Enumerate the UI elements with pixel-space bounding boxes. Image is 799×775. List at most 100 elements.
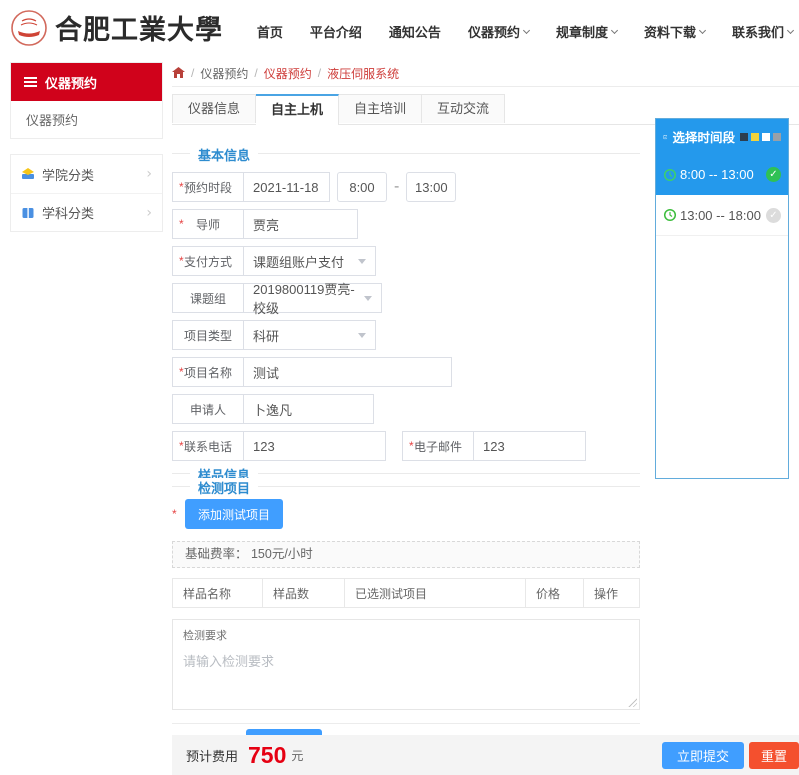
- sidebar: 仪器预约 仪器预约 学院分类 › 学科分类 ›: [10, 62, 163, 232]
- sidebar-item-instrument-booking[interactable]: 仪器预约: [11, 101, 162, 138]
- phone-label: * 联系电话: [172, 431, 244, 461]
- slot-legend: [740, 133, 781, 141]
- tab-instrument-info[interactable]: 仪器信息: [172, 94, 256, 123]
- select-caret-icon: [364, 296, 372, 301]
- required-star: *: [409, 439, 414, 453]
- required-star: *: [172, 507, 177, 521]
- tab-self-operation[interactable]: 自主上机: [256, 94, 339, 125]
- field-row-project-type: 项目类型 科研: [172, 320, 640, 350]
- hamburger-icon: [24, 77, 37, 87]
- payment-select[interactable]: 课题组账户支付: [244, 246, 376, 276]
- nav-notices[interactable]: 通知公告: [389, 22, 441, 41]
- project-type-select[interactable]: 科研: [244, 320, 376, 350]
- legend-square-icon: [773, 133, 781, 141]
- project-type-label: 项目类型: [172, 320, 244, 350]
- reset-button[interactable]: 重置: [749, 742, 799, 769]
- estimate-unit: 元: [291, 747, 303, 764]
- select-caret-icon: [358, 333, 366, 338]
- nav-platform-intro[interactable]: 平台介绍: [310, 22, 362, 41]
- nav-instrument-booking[interactable]: 仪器预约: [468, 22, 529, 41]
- booking-form: 基本信息 * 预约时段 - * 导师: [172, 125, 640, 763]
- time-separator: -: [394, 178, 399, 196]
- sidebar-category-card: 学院分类 › 学科分类 ›: [10, 154, 163, 232]
- tab-self-training[interactable]: 自主培训: [339, 94, 422, 123]
- required-star: *: [179, 254, 184, 268]
- payment-label: * 支付方式: [172, 246, 244, 276]
- time-panel-title: 选择时间段: [672, 127, 735, 146]
- section-test-items: 检测项目: [172, 486, 640, 487]
- test-requirement-textarea[interactable]: [173, 645, 639, 709]
- nav-contact[interactable]: 联系我们: [732, 22, 793, 41]
- select-caret-icon: [358, 259, 366, 264]
- test-requirement-label: 检测要求: [173, 620, 639, 645]
- col-sample-name: 样品名称: [173, 579, 263, 608]
- breadcrumb: / 仪器预约 / 仪器预约 / 液压伺服系统: [172, 60, 799, 87]
- legend-square-icon: [762, 133, 770, 141]
- chevron-right-icon: ›: [146, 166, 152, 182]
- required-star: *: [179, 180, 184, 194]
- caret-down-icon: [523, 26, 530, 33]
- start-time-input[interactable]: [337, 172, 387, 202]
- sidebar-booking-card: 仪器预约 仪器预约: [10, 62, 163, 139]
- site-header: 合肥工業大學 首页 平台介绍 通知公告 仪器预约 规章制度 资料下载 联系我们: [0, 0, 799, 56]
- applicant-label: 申请人: [172, 394, 244, 424]
- required-star: *: [179, 439, 184, 453]
- tutor-label: * 导师: [172, 209, 244, 239]
- project-name-input[interactable]: [244, 357, 452, 387]
- legend-square-icon: [751, 133, 759, 141]
- phone-input[interactable]: [244, 431, 386, 461]
- university-seal-icon: [10, 9, 48, 47]
- field-row-payment: * 支付方式 课题组账户支付: [172, 246, 640, 276]
- check-circle-icon: ✓: [766, 167, 781, 182]
- field-row-research-group: 课题组 2019800119贾亮-校级: [172, 283, 640, 313]
- col-selected-tests: 已选测试项目: [345, 579, 526, 608]
- end-time-input[interactable]: [406, 172, 456, 202]
- field-row-project-name: * 项目名称: [172, 357, 640, 387]
- tab-interaction[interactable]: 互动交流: [422, 94, 505, 123]
- caret-down-icon: [611, 26, 618, 33]
- research-group-select[interactable]: 2019800119贾亮-校级: [244, 283, 382, 313]
- university-logo: 合肥工業大學: [10, 8, 223, 47]
- time-slot-panel: 选择时间段 8:00 -- 13:00 ✓ 13:00 -- 18:00 ✓: [655, 118, 789, 479]
- table-header-row: 样品名称 样品数 已选测试项目 价格 操作: [173, 579, 640, 608]
- time-slot-morning[interactable]: 8:00 -- 13:00 ✓: [656, 154, 788, 195]
- project-name-label: * 项目名称: [172, 357, 244, 387]
- reserve-time-label: * 预约时段: [172, 172, 244, 202]
- sidebar-item-subject-category[interactable]: 学科分类 ›: [11, 193, 162, 231]
- time-slot-afternoon[interactable]: 13:00 -- 18:00 ✓: [656, 195, 788, 236]
- col-actions: 操作: [584, 579, 640, 608]
- email-input[interactable]: [474, 431, 586, 461]
- nav-downloads[interactable]: 资料下载: [644, 22, 705, 41]
- caret-down-icon: [787, 26, 794, 33]
- reserve-date-input[interactable]: [244, 172, 330, 202]
- email-label: * 电子邮件: [402, 431, 474, 461]
- breadcrumb-current: 液压伺服系统: [327, 65, 399, 82]
- sidebar-panel-header: 仪器预约: [11, 63, 162, 101]
- col-sample-count: 样品数: [263, 579, 345, 608]
- add-test-item-button[interactable]: 添加测试项目: [185, 499, 283, 529]
- main-nav: 首页 平台介绍 通知公告 仪器预约 规章制度 资料下载 联系我们: [230, 22, 793, 41]
- university-name: 合肥工業大學: [55, 8, 223, 47]
- nav-home[interactable]: 首页: [257, 22, 283, 41]
- section-basic-info: 基本信息: [172, 153, 640, 154]
- sidebar-panel-title: 仪器预约: [45, 73, 97, 92]
- tutor-input[interactable]: [244, 209, 358, 239]
- submit-button[interactable]: 立即提交: [662, 742, 744, 769]
- caret-down-icon: [699, 26, 706, 33]
- breadcrumb-item[interactable]: 仪器预约: [264, 65, 312, 82]
- field-row-contact: * 联系电话 * 电子邮件: [172, 431, 640, 461]
- clock-icon: [663, 208, 677, 222]
- col-price: 价格: [526, 579, 584, 608]
- required-star: *: [179, 217, 184, 231]
- home-icon[interactable]: [172, 67, 185, 79]
- breadcrumb-item[interactable]: 仪器预约: [200, 65, 248, 82]
- nav-rules[interactable]: 规章制度: [556, 22, 617, 41]
- sidebar-item-college-category[interactable]: 学院分类 ›: [11, 155, 162, 193]
- applicant-input[interactable]: [244, 394, 374, 424]
- subject-book-icon: [21, 206, 35, 220]
- time-panel-header: 选择时间段: [656, 119, 788, 154]
- sample-table: 样品名称 样品数 已选测试项目 价格 操作: [172, 578, 640, 608]
- estimate-label: 预计费用: [186, 746, 238, 765]
- field-row-reserve-time: * 预约时段 -: [172, 172, 640, 202]
- legend-square-icon: [740, 133, 748, 141]
